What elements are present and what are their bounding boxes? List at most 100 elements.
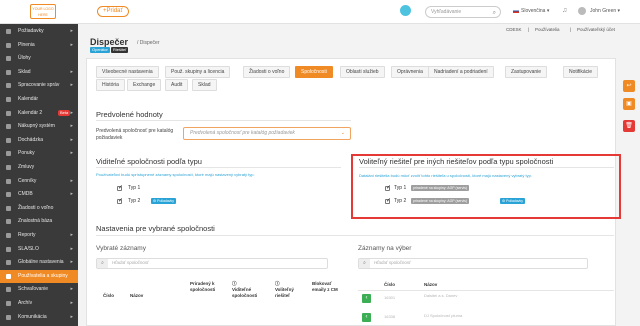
divider (359, 167, 614, 168)
tab[interactable]: Oprávnenia (391, 66, 429, 78)
assigned-groups-tag: priradené na skupiny: AGP (servis) (411, 198, 470, 204)
save-button[interactable]: ▣ (623, 98, 635, 110)
breadcrumb: CDESK | Používatelia | Používateľský úče… (78, 24, 623, 35)
chevron-right-icon: ▸ (70, 177, 73, 184)
menu-icon (6, 124, 11, 130)
tab[interactable]: Použ. skupiny a licencia (165, 66, 231, 78)
bell-icon[interactable]: ♫ (562, 7, 567, 14)
delete-button[interactable]: 🗑 (623, 120, 635, 132)
menu-icon (6, 97, 11, 102)
column-header-name[interactable]: Názov (130, 293, 143, 299)
sidebar-item-label: Zmluvy (18, 164, 35, 170)
solver-type1-label: Typ 1 (394, 185, 407, 191)
sidebar-item[interactable]: CMDB ▸ (0, 188, 78, 201)
tab[interactable]: História (96, 79, 125, 91)
company-logo[interactable]: YOUR LOGO HERE (30, 4, 56, 19)
row-number: 16301 (384, 295, 396, 300)
column-header-visible[interactable]: ⓘ Viditeľné spoločnosti (232, 281, 266, 299)
tab[interactable]: Exchange (127, 79, 162, 91)
available-filter-input[interactable]: ⌕ Hľadať spoločnosť (358, 258, 588, 269)
solver-type1-checkbox[interactable] (385, 184, 391, 191)
visible-type1-checkbox[interactable] (117, 184, 123, 191)
sidebar-item[interactable]: Žiadosti o voľno (0, 202, 78, 215)
column-header-number[interactable]: Číslo (103, 293, 114, 299)
column-header-assigned[interactable]: Priradený k spoločnosti (190, 281, 224, 293)
column-header-number[interactable]: Číslo (384, 282, 395, 288)
default-company-label: Predvolená spoločnosť pre katalóg požiad… (96, 128, 174, 141)
chevron-right-icon: ▸ (70, 259, 73, 266)
row-name: DJ Spoločnosť pluma (424, 313, 463, 318)
sidebar-item-label: Spracovanie správ (18, 82, 60, 89)
avatar[interactable] (578, 7, 586, 15)
visible-type2-label: Typ 2 (128, 198, 141, 204)
sidebar-item[interactable]: Úlohy (0, 52, 78, 65)
add-row-button[interactable]: ‹ (362, 313, 371, 322)
sidebar-item[interactable]: Schvaľovanie ▸ (0, 283, 78, 296)
tab[interactable]: Spoločnosti (295, 66, 333, 78)
sidebar-item-label: Schvaľovanie (18, 286, 49, 293)
tab[interactable]: Notifikácie (563, 66, 599, 78)
tab[interactable]: Audit (165, 79, 189, 91)
sidebar-item-label: Plnenia (18, 41, 35, 48)
divider (96, 235, 614, 236)
back-button[interactable]: ↩ (623, 80, 635, 92)
search-placeholder: Vyhľadávanie (431, 9, 462, 15)
sidebar-item[interactable]: Kalendár 2 Beta ▸ (0, 107, 78, 120)
chevron-right-icon: ▸ (70, 300, 73, 306)
sidebar-item[interactable]: Sklad ▸ (0, 66, 78, 79)
chevron-right-icon: ▸ (70, 191, 73, 198)
sidebar-item[interactable]: Používatelia a skupiny (0, 269, 78, 283)
column-header-solver[interactable]: ⓘ Voliteľný riešiteľ (275, 281, 305, 299)
sidebar-item-label: Znalostná báza (18, 218, 53, 225)
sidebar-item[interactable]: Zmluvy (0, 161, 78, 174)
menu-icon (6, 56, 11, 62)
sidebar-item[interactable]: Požiadavky ▸ (0, 25, 78, 38)
crumb-cdesk[interactable]: CDESK (506, 27, 522, 32)
beta-badge: Beta (58, 109, 71, 116)
tab[interactable]: Zastupovanie (505, 66, 548, 78)
sidebar-item[interactable]: Archív ▸ (0, 297, 78, 310)
crumb-users[interactable]: Používatelia (535, 27, 560, 32)
menu-icon (6, 42, 11, 48)
sidebar-item[interactable]: Znalostná báza (0, 215, 78, 228)
menu-icon (6, 233, 11, 238)
sidebar-item[interactable]: Kalendár (0, 93, 78, 106)
menu-icon (6, 205, 11, 211)
sidebar-item[interactable]: Nákupný systém ▸ (0, 120, 78, 133)
crumb-account[interactable]: Používateľský účet (577, 27, 615, 32)
info-icon: ⓘ (275, 281, 280, 286)
sidebar-item[interactable]: Spracovanie správ ▸ (0, 79, 78, 92)
column-header-block-emails[interactable]: Blokovať emaily z CM (312, 281, 342, 293)
language-select[interactable]: Slovenčina ▾ (513, 8, 549, 14)
sidebar-item[interactable]: Cenníky ▸ (0, 175, 78, 188)
sidebar-item[interactable]: Globálne nastavenia ▸ (0, 256, 78, 269)
selected-filter-input[interactable]: ⌕ Hľadať spoločnosť (96, 258, 328, 269)
sidebar-item-label: Požiadavky (18, 28, 44, 34)
add-row-button[interactable]: ‹ (362, 294, 371, 303)
sidebar-item[interactable]: Komunikácia ▸ (0, 311, 78, 324)
search-input[interactable]: Vyhľadávanie ⌕ (425, 6, 501, 18)
requests-tag: ⚙ Poliadavky (500, 198, 526, 204)
user-name[interactable]: John Green ▾ (590, 8, 620, 14)
sidebar-item[interactable]: Reporty ▸ (0, 229, 78, 242)
column-header-name[interactable]: Názov (424, 282, 437, 288)
solver-type2-checkbox[interactable] (385, 197, 391, 204)
sidebar-item[interactable]: Dochádzka ▸ (0, 134, 78, 147)
sidebar-item-label: Žiadosti o voľno (18, 204, 54, 211)
visible-type2-checkbox[interactable] (117, 197, 123, 204)
tab[interactable]: Nadriadení a podriadení (428, 66, 494, 78)
assigned-groups-tag: priradené na skupiny: AGP (servis) (411, 185, 470, 191)
sidebar-item[interactable]: Plnenia ▸ (0, 39, 78, 52)
divider (96, 167, 341, 168)
tab[interactable]: Sklad (192, 79, 217, 91)
tab[interactable]: Žiadosti o voľno (243, 66, 291, 78)
lightbulb-icon[interactable] (400, 5, 411, 16)
divider (96, 120, 351, 121)
default-company-select[interactable]: Predvolená spoločnosť pre katalóg požiad… (183, 127, 351, 140)
tab[interactable]: Všeobecné nastavenia (96, 66, 159, 78)
sidebar-item[interactable]: SLA/SLO ▸ (0, 243, 78, 256)
sidebar-item[interactable]: Ponuky ▸ (0, 147, 78, 160)
tab[interactable]: Oblasti služieb (340, 66, 385, 78)
menu-icon (6, 301, 11, 306)
add-button[interactable]: +Pridať (97, 6, 129, 17)
